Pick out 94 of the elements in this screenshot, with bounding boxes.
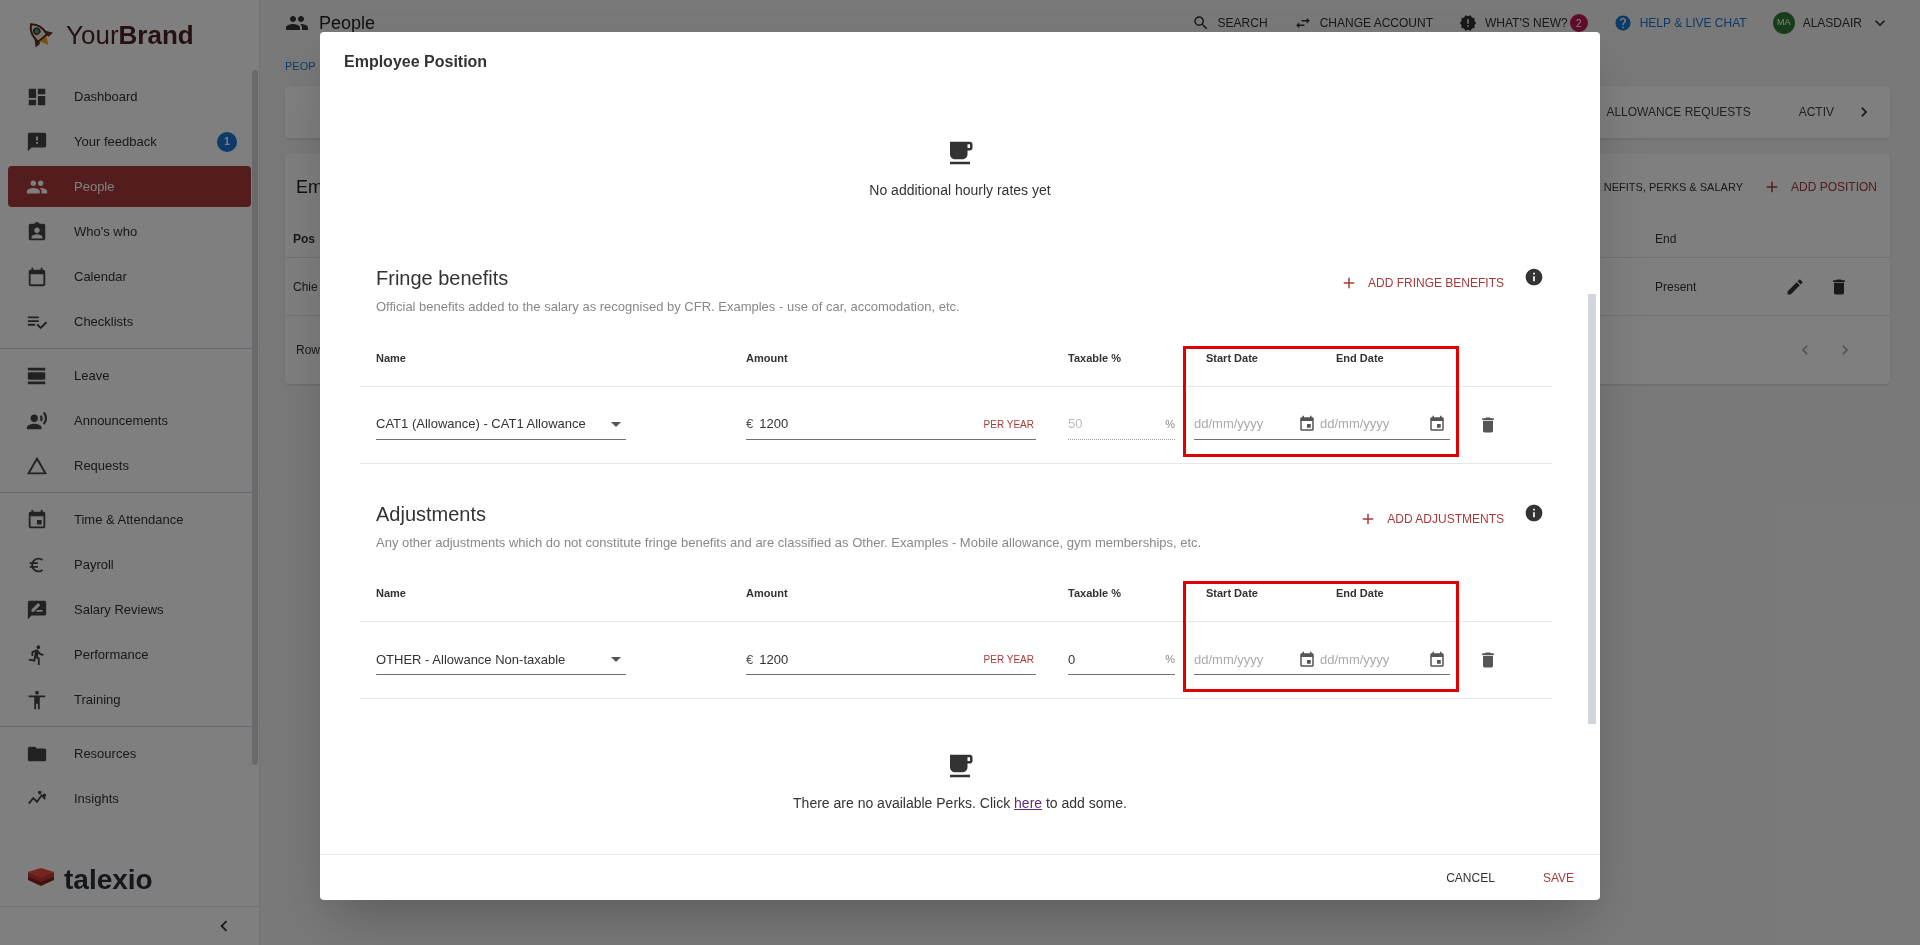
person-icon bbox=[26, 688, 48, 711]
taxable-field[interactable]: 0 % bbox=[1068, 645, 1175, 675]
calendar-icon[interactable] bbox=[1428, 415, 1446, 433]
person-card-icon bbox=[26, 220, 48, 243]
seal-icon bbox=[1458, 14, 1477, 32]
tab[interactable]: NEFITS, PERKS & SALARY bbox=[1603, 178, 1743, 196]
speaking-person-icon bbox=[26, 409, 48, 432]
nav-item[interactable]: Calendar bbox=[8, 256, 251, 297]
header-link[interactable]: WHAT'S NEW? 2 bbox=[1458, 14, 1588, 32]
name-select[interactable]: CAT1 (Allowance) - CAT1 Allowance bbox=[376, 409, 626, 440]
period-label: PER YEAR bbox=[983, 417, 1035, 432]
here-link[interactable]: here bbox=[1014, 795, 1043, 811]
user-menu[interactable]: MA ALASDAIR bbox=[1772, 12, 1890, 34]
nav-item[interactable]: Dashboard bbox=[8, 76, 251, 117]
nav-item[interactable]: Time & Attendance bbox=[8, 499, 251, 540]
currency-symbol: € bbox=[746, 650, 754, 669]
column-header: Pos bbox=[293, 231, 315, 246]
help-icon bbox=[1613, 14, 1632, 32]
add-button[interactable]: ADD ADJUSTMENTS bbox=[1359, 506, 1504, 531]
rows-per-page-label: Row bbox=[296, 342, 320, 359]
nav-item[interactable]: Salary Reviews bbox=[8, 589, 251, 630]
date-field[interactable]: dd/mm/yyyy bbox=[1194, 645, 1320, 675]
name-select[interactable]: OTHER - Allowance Non-taxable bbox=[376, 645, 626, 675]
brand-logo-text: YourBrand bbox=[66, 18, 194, 52]
talexio-logo-text: talexio bbox=[64, 862, 153, 897]
column-header: Name bbox=[376, 350, 407, 366]
cancel-button[interactable]: CANCEL bbox=[1434, 859, 1507, 896]
nav-item[interactable]: Insights bbox=[8, 778, 251, 819]
scrollbar[interactable] bbox=[252, 70, 258, 765]
scrollbar[interactable] bbox=[1588, 294, 1596, 724]
info-icon[interactable] bbox=[1524, 502, 1544, 523]
amount-field[interactable]: € 1200 PER YEAR bbox=[746, 409, 1036, 440]
add-button[interactable]: ADD FRINGE BENEFITS bbox=[1340, 271, 1504, 295]
nav-item[interactable]: Checklists bbox=[8, 301, 251, 342]
empty-state-text: There are no available Perks. Click here to add some. bbox=[793, 794, 1127, 813]
table-cell: Chie bbox=[293, 279, 318, 294]
calendar-icon bbox=[26, 265, 48, 288]
count-badge: 2 bbox=[1569, 14, 1588, 32]
column-header: Start Date bbox=[1205, 350, 1259, 366]
currency-symbol: € bbox=[746, 415, 754, 434]
info-icon[interactable] bbox=[1524, 267, 1544, 287]
dropdown-arrow-icon bbox=[611, 657, 621, 662]
nav-item[interactable]: People bbox=[8, 166, 251, 207]
column-header: End Date bbox=[1335, 586, 1385, 602]
nav-item[interactable]: Training bbox=[8, 679, 251, 720]
table-cell-text: Present bbox=[1655, 278, 1698, 296]
nav-item[interactable]: Performance bbox=[8, 634, 251, 675]
date-field[interactable]: dd/mm/yyyy bbox=[1194, 409, 1320, 440]
feedback-icon bbox=[26, 130, 48, 153]
dialog-title: Employee Position bbox=[344, 52, 488, 72]
nav-item[interactable]: Payroll bbox=[8, 544, 251, 585]
calendar-icon[interactable] bbox=[1298, 650, 1316, 669]
header-link[interactable]: SEARCH bbox=[1191, 14, 1268, 32]
nav-item[interactable]: Requests bbox=[8, 445, 251, 486]
column-header: Name bbox=[376, 586, 407, 602]
section-title: Adjustments bbox=[376, 501, 488, 527]
section-description: Official benefits added to the salary as recognised by CFR. Examples - use of car, accomodation, etc. bbox=[376, 298, 960, 316]
breadcrumb-link[interactable]: PEOP bbox=[285, 57, 316, 75]
section-title: Fringe benefits bbox=[376, 266, 510, 291]
calendar-icon bbox=[26, 508, 48, 531]
save-button[interactable]: SAVE bbox=[1530, 859, 1586, 896]
nav-item[interactable]: Announcements bbox=[8, 400, 251, 441]
percent-sign: % bbox=[1165, 416, 1175, 432]
column-header: Taxable % bbox=[1068, 586, 1122, 602]
user-avatar: MA bbox=[1772, 12, 1795, 34]
tab[interactable]: ALLOWANCE REQUESTS bbox=[1606, 103, 1751, 121]
calendar-icon[interactable] bbox=[1298, 415, 1316, 433]
column-header: End Date bbox=[1335, 350, 1385, 366]
tab[interactable]: ACTIV bbox=[1798, 103, 1834, 121]
nav-item[interactable]: Leave bbox=[8, 355, 251, 396]
empty-state-text: No additional hourly rates yet bbox=[869, 181, 1051, 200]
search-icon bbox=[1191, 14, 1210, 32]
amount-field[interactable]: € 1200 PER YEAR bbox=[746, 645, 1036, 675]
add-position-button[interactable]: ADD POSITION bbox=[1763, 178, 1877, 196]
period-label: PER YEAR bbox=[983, 653, 1035, 667]
section-description: Any other adjustments which do not constitute fringe benefits and are classified as Other. Examples - Mobile allowance, gym memberships, etc. bbox=[376, 533, 1202, 552]
page-title: People bbox=[319, 11, 376, 35]
nav-item[interactable]: Your feedback 1 bbox=[8, 121, 251, 162]
column-header: Amount bbox=[746, 350, 789, 366]
nav-item[interactable]: Who's who bbox=[8, 211, 251, 252]
column-header: End bbox=[1655, 230, 1677, 248]
header-link[interactable]: CHANGE ACCOUNT bbox=[1293, 14, 1433, 32]
calendar-icon[interactable] bbox=[1428, 650, 1446, 669]
dropdown-arrow-icon bbox=[611, 421, 621, 427]
column-header: Taxable % bbox=[1068, 350, 1122, 366]
review-icon bbox=[26, 598, 48, 621]
column-header: Start Date bbox=[1205, 586, 1259, 602]
column-header: Amount bbox=[746, 586, 789, 602]
count-badge: 1 bbox=[217, 131, 237, 152]
nav-item[interactable]: Resources bbox=[8, 733, 251, 774]
header-link[interactable]: HELP & LIVE CHAT bbox=[1613, 14, 1747, 32]
date-field[interactable]: dd/mm/yyyy bbox=[1320, 409, 1450, 440]
percent-sign: % bbox=[1165, 652, 1175, 668]
date-field[interactable]: dd/mm/yyyy bbox=[1320, 645, 1450, 675]
